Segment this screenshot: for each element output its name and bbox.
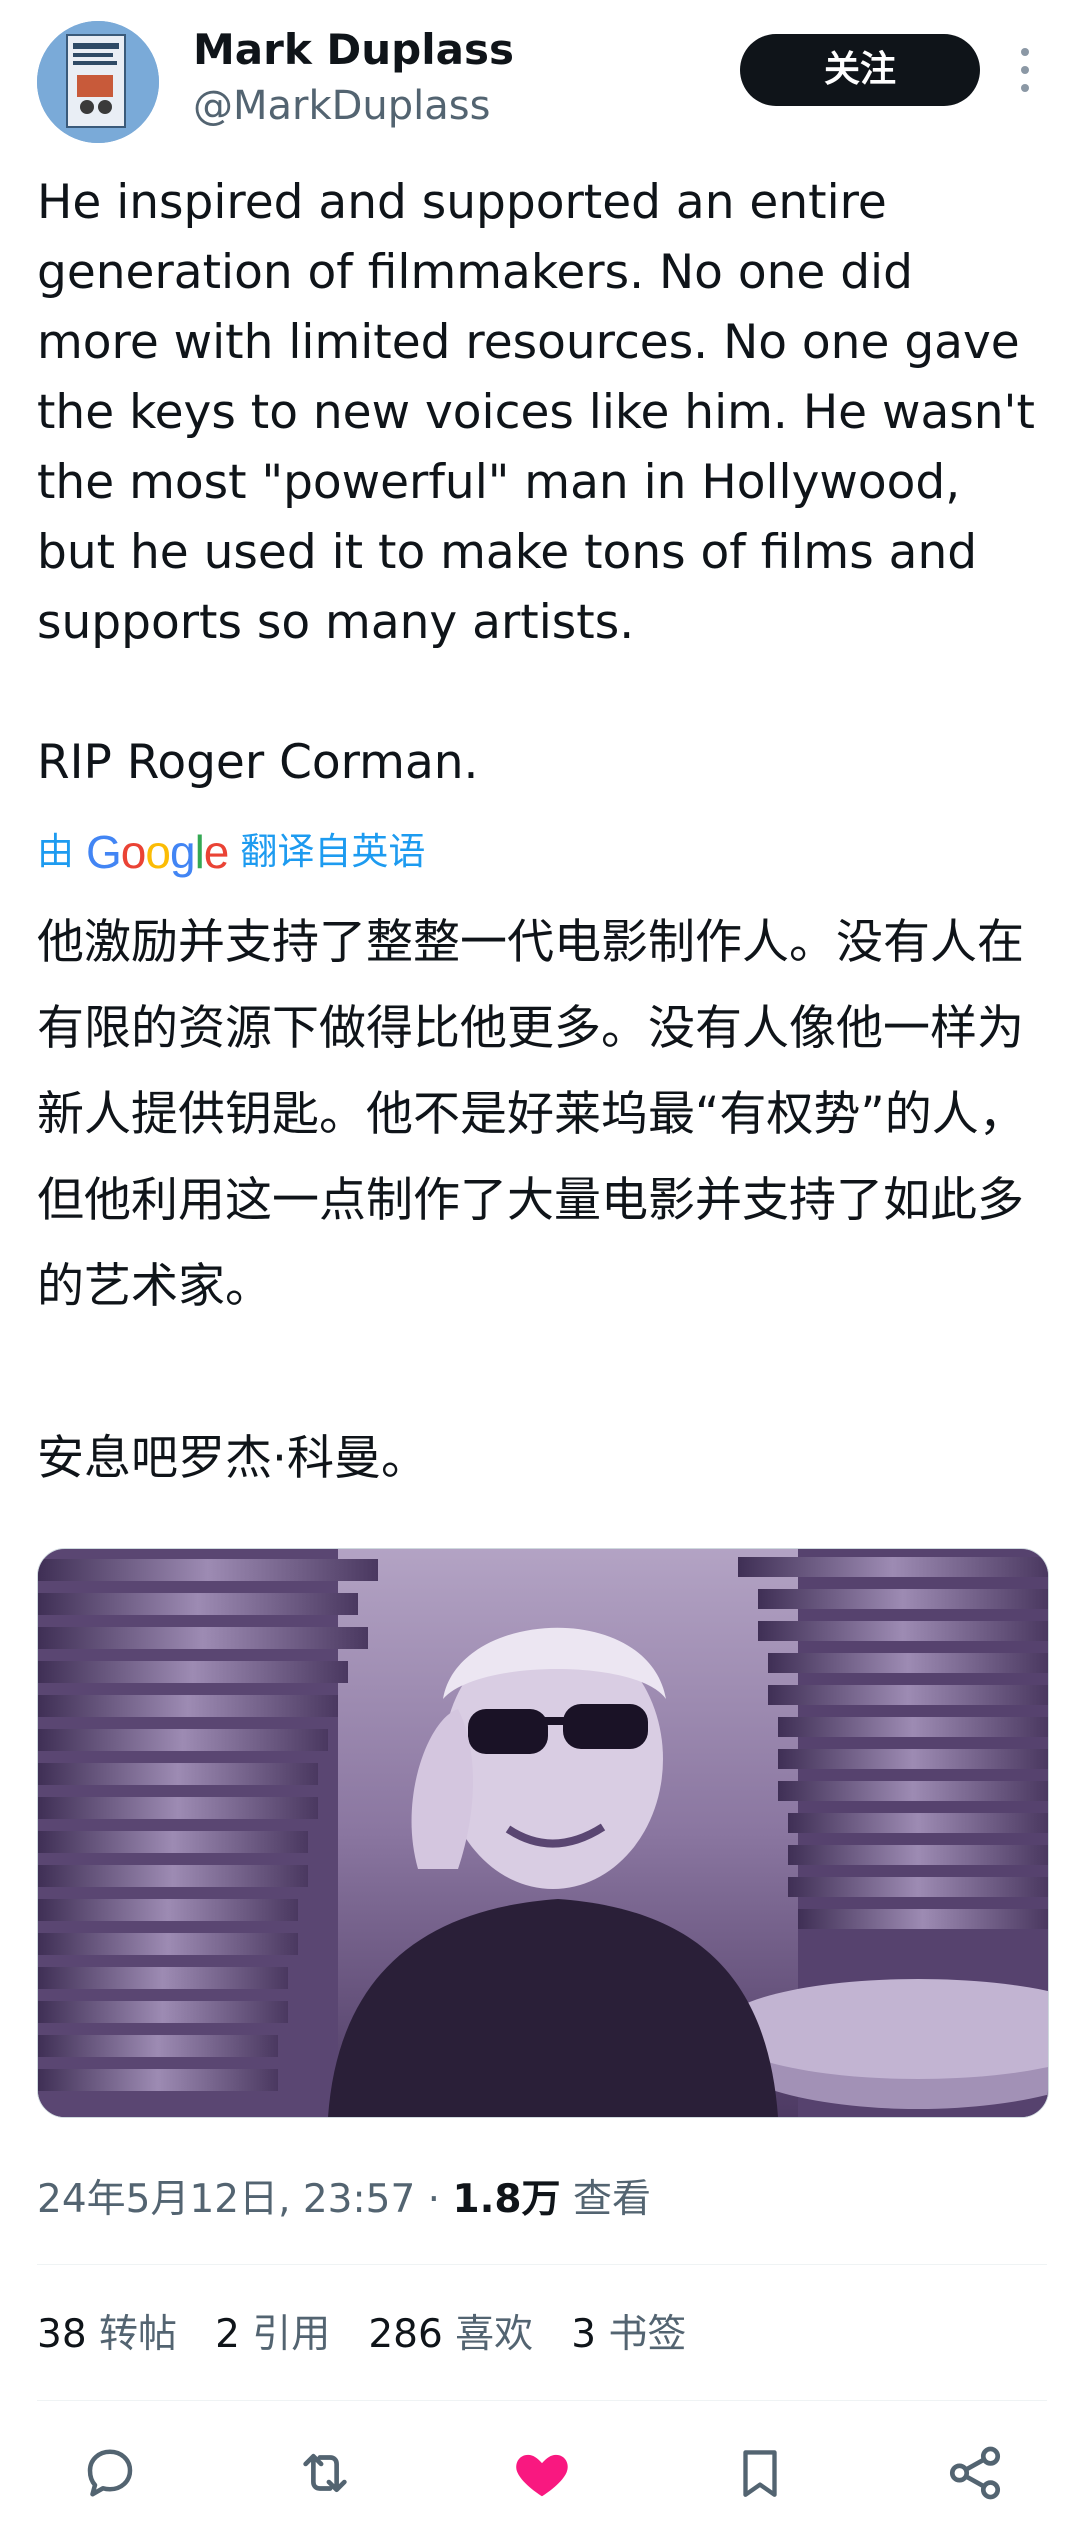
translated-paragraph (37, 1330, 1057, 1416)
bookmark-button[interactable] (725, 2438, 795, 2508)
divider (37, 2264, 1047, 2265)
tweet-media-photo[interactable] (37, 1548, 1049, 2118)
reposts-label: 转帖 (99, 2312, 178, 2357)
repost-button[interactable] (290, 2438, 360, 2508)
photo-image (38, 1549, 1048, 2117)
share-icon (949, 2446, 1001, 2500)
google-logo: Google (86, 826, 229, 878)
reply-icon (87, 2449, 133, 2497)
reply-button[interactable] (75, 2438, 145, 2508)
bookmarks-stat[interactable]: 3 书签 (571, 2305, 686, 2365)
book-cover-avatar-icon (37, 21, 159, 143)
author-handle[interactable]: @MarkDuplass (193, 78, 490, 134)
views-count: 1.8万 (452, 2177, 561, 2222)
engagement-stats: 38 转帖 2 引用 286 喜欢 3 书签 (37, 2305, 724, 2365)
share-button[interactable] (940, 2438, 1010, 2508)
likes-count: 286 (368, 2312, 443, 2357)
meta-separator: · (415, 2177, 453, 2222)
reposts-stat[interactable]: 38 转帖 (37, 2305, 177, 2365)
tweet-text: He inspired and supported an entire gene… (37, 168, 1047, 798)
author-display-name[interactable]: Mark Duplass (193, 22, 514, 78)
tweet-paragraph (37, 658, 1047, 728)
translated-paragraph: 他激励并支持了整整一代电影制作人。没有人在有限的资源下做得比他更多。没有人像他一… (37, 915, 1026, 1314)
bookmarks-label: 书签 (608, 2312, 687, 2357)
bookmarks-count: 3 (571, 2312, 597, 2357)
reposts-count: 38 (37, 2312, 87, 2357)
tweet-meta: 24年5月12日, 23:57 · 1.8万 查看 (37, 2170, 651, 2230)
heart-filled-icon (516, 2454, 568, 2497)
divider (37, 2400, 1047, 2401)
quotes-count: 2 (215, 2312, 240, 2357)
translated-paragraph: 安息吧罗杰·科曼。 (37, 1431, 428, 1486)
views-label: 查看 (560, 2177, 651, 2222)
translated-text: 他激励并支持了整整一代电影制作人。没有人在有限的资源下做得比他更多。没有人像他一… (37, 900, 1057, 1502)
author-avatar[interactable] (37, 21, 159, 143)
tweet-paragraph: RIP Roger Corman. (37, 735, 479, 790)
tweet-paragraph: He inspired and supported an entire gene… (37, 175, 1050, 650)
more-options-button[interactable] (1010, 40, 1040, 100)
translation-suffix: 翻译自英语 (240, 830, 426, 873)
like-button[interactable] (507, 2438, 577, 2508)
likes-stat[interactable]: 286 喜欢 (368, 2305, 533, 2365)
follow-button[interactable]: 关注 (740, 34, 980, 106)
timestamp[interactable]: 24年5月12日, 23:57 (37, 2177, 415, 2222)
quotes-label: 引用 (252, 2312, 331, 2357)
likes-label: 喜欢 (455, 2312, 534, 2357)
more-vertical-icon (1021, 48, 1029, 92)
bookmark-icon (743, 2450, 777, 2497)
tweet-header: Mark Duplass @MarkDuplass 关注 (0, 0, 1080, 170)
quotes-stat[interactable]: 2 引用 (215, 2305, 330, 2365)
translated-by-google[interactable]: 由 Google 翻译自英语 (37, 822, 425, 882)
translation-prefix: 由 (37, 830, 74, 873)
repost-icon (303, 2453, 347, 2493)
